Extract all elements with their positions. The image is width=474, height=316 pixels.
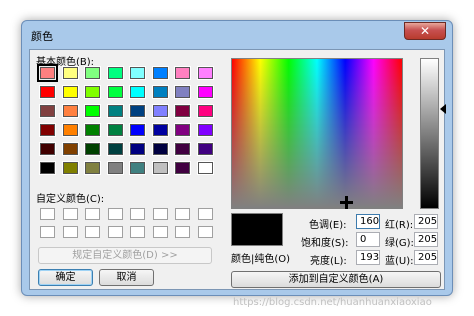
close-icon: ✕ bbox=[419, 24, 431, 38]
basic-colors-label: 基本颜色(B): bbox=[36, 57, 95, 68]
blue-field[interactable]: 205 bbox=[414, 250, 438, 265]
title-bar[interactable]: 颜色 ✕ bbox=[22, 21, 452, 47]
basic-color-swatch[interactable] bbox=[39, 161, 56, 175]
define-custom-colors-button[interactable]: 规定自定义颜色(D) >> bbox=[38, 247, 212, 264]
luminance-arrow-icon[interactable] bbox=[440, 104, 446, 114]
hue-saturation-spectrum[interactable] bbox=[231, 58, 403, 209]
basic-color-swatch[interactable] bbox=[129, 161, 146, 175]
basic-color-swatch[interactable] bbox=[61, 104, 79, 118]
basic-color-swatch[interactable] bbox=[129, 123, 146, 137]
basic-color-swatch[interactable] bbox=[106, 104, 124, 118]
green-field[interactable]: 205 bbox=[414, 232, 438, 247]
basic-color-swatch[interactable] bbox=[174, 161, 191, 175]
basic-color-swatch[interactable] bbox=[39, 85, 56, 99]
custom-colors-label: 自定义颜色(C): bbox=[36, 194, 105, 205]
luminance-label: 亮度(L): bbox=[310, 256, 347, 267]
basic-color-swatch[interactable] bbox=[174, 85, 191, 99]
custom-color-slot[interactable] bbox=[130, 226, 145, 238]
basic-color-swatch[interactable] bbox=[196, 161, 214, 175]
custom-color-slot[interactable] bbox=[40, 208, 55, 220]
custom-color-slot[interactable] bbox=[152, 226, 168, 238]
basic-color-swatch[interactable] bbox=[106, 142, 124, 156]
basic-color-swatch[interactable] bbox=[61, 123, 79, 137]
basic-color-swatch[interactable] bbox=[174, 142, 191, 156]
hue-label: 色调(E): bbox=[309, 220, 347, 231]
basic-color-swatch[interactable] bbox=[196, 123, 214, 137]
basic-color-swatch[interactable] bbox=[84, 161, 101, 175]
dialog-client-area: 基本颜色(B): 自定义颜色(C): 规定自定义颜色(D) >> 确定 取消 颜… bbox=[29, 49, 446, 290]
basic-color-swatch[interactable] bbox=[129, 85, 146, 99]
basic-color-swatch[interactable] bbox=[84, 66, 101, 80]
red-label: 红(R): bbox=[385, 220, 414, 231]
add-to-custom-colors-button[interactable]: 添加到自定义颜色(A) bbox=[231, 271, 441, 288]
color-preview bbox=[231, 213, 283, 246]
basic-color-swatch[interactable] bbox=[151, 142, 169, 156]
basic-color-swatch[interactable] bbox=[61, 161, 79, 175]
dialog-title: 颜色 bbox=[31, 30, 53, 43]
custom-color-slot[interactable] bbox=[152, 208, 168, 220]
watermark-text: https://blog.csdn.net/huanhuanxiaoxiao bbox=[233, 297, 432, 308]
basic-color-swatch[interactable] bbox=[106, 123, 124, 137]
red-field[interactable]: 205 bbox=[414, 214, 438, 229]
green-label: 绿(G): bbox=[385, 238, 414, 249]
basic-color-swatch[interactable] bbox=[61, 85, 79, 99]
basic-color-swatch[interactable] bbox=[151, 66, 169, 80]
ok-button[interactable]: 确定 bbox=[38, 269, 93, 286]
custom-color-slot[interactable] bbox=[85, 226, 100, 238]
basic-color-swatch[interactable] bbox=[39, 104, 56, 118]
basic-color-swatch[interactable] bbox=[196, 142, 214, 156]
crosshair-icon[interactable] bbox=[340, 196, 353, 209]
custom-color-slot[interactable] bbox=[107, 226, 123, 238]
basic-color-swatch[interactable] bbox=[174, 66, 191, 80]
basic-color-swatch[interactable] bbox=[174, 104, 191, 118]
close-button[interactable]: ✕ bbox=[404, 22, 446, 40]
basic-color-swatch[interactable] bbox=[106, 85, 124, 99]
custom-color-slot[interactable] bbox=[85, 208, 100, 220]
custom-color-slot[interactable] bbox=[62, 208, 78, 220]
basic-color-swatch[interactable] bbox=[174, 123, 191, 137]
basic-color-swatch[interactable] bbox=[39, 123, 56, 137]
basic-color-swatch[interactable] bbox=[129, 66, 146, 80]
basic-color-swatch[interactable] bbox=[196, 104, 214, 118]
basic-color-swatch[interactable] bbox=[84, 123, 101, 137]
basic-color-swatch[interactable] bbox=[106, 66, 124, 80]
saturation-field[interactable]: 0 bbox=[356, 232, 380, 247]
basic-color-swatch[interactable] bbox=[61, 142, 79, 156]
basic-color-swatch[interactable] bbox=[106, 161, 124, 175]
luminance-field[interactable]: 193 bbox=[356, 250, 380, 265]
basic-color-swatch[interactable] bbox=[84, 104, 101, 118]
basic-color-swatch[interactable] bbox=[151, 85, 169, 99]
saturation-label: 饱和度(S): bbox=[301, 238, 349, 249]
basic-color-swatch[interactable] bbox=[37, 64, 58, 82]
custom-color-slot[interactable] bbox=[175, 208, 190, 220]
custom-color-slot[interactable] bbox=[62, 226, 78, 238]
custom-color-slot[interactable] bbox=[197, 208, 213, 220]
basic-color-swatch[interactable] bbox=[84, 142, 101, 156]
custom-color-slot[interactable] bbox=[197, 226, 213, 238]
custom-color-slot[interactable] bbox=[130, 208, 145, 220]
basic-color-swatch[interactable] bbox=[151, 161, 169, 175]
custom-color-slot[interactable] bbox=[40, 226, 55, 238]
basic-color-swatch[interactable] bbox=[129, 142, 146, 156]
custom-color-slot[interactable] bbox=[107, 208, 123, 220]
luminance-slider[interactable] bbox=[420, 58, 439, 209]
basic-color-swatch[interactable] bbox=[196, 85, 214, 99]
custom-color-slot[interactable] bbox=[175, 226, 190, 238]
basic-color-swatch[interactable] bbox=[61, 66, 79, 80]
color-dialog: 颜色 ✕ 基本颜色(B): 自定义颜色(C): 规定自定义颜色(D) >> 确定… bbox=[21, 20, 453, 296]
basic-color-swatch[interactable] bbox=[84, 85, 101, 99]
hue-field[interactable]: 160 bbox=[356, 214, 380, 229]
blue-label: 蓝(U): bbox=[385, 256, 414, 267]
basic-color-swatch[interactable] bbox=[151, 123, 169, 137]
basic-color-swatch[interactable] bbox=[196, 66, 214, 80]
basic-color-swatch[interactable] bbox=[39, 142, 56, 156]
color-solid-label: 颜色|纯色(O) bbox=[231, 254, 291, 265]
basic-color-swatch[interactable] bbox=[129, 104, 146, 118]
cancel-button[interactable]: 取消 bbox=[99, 269, 154, 286]
basic-color-swatch[interactable] bbox=[151, 104, 169, 118]
